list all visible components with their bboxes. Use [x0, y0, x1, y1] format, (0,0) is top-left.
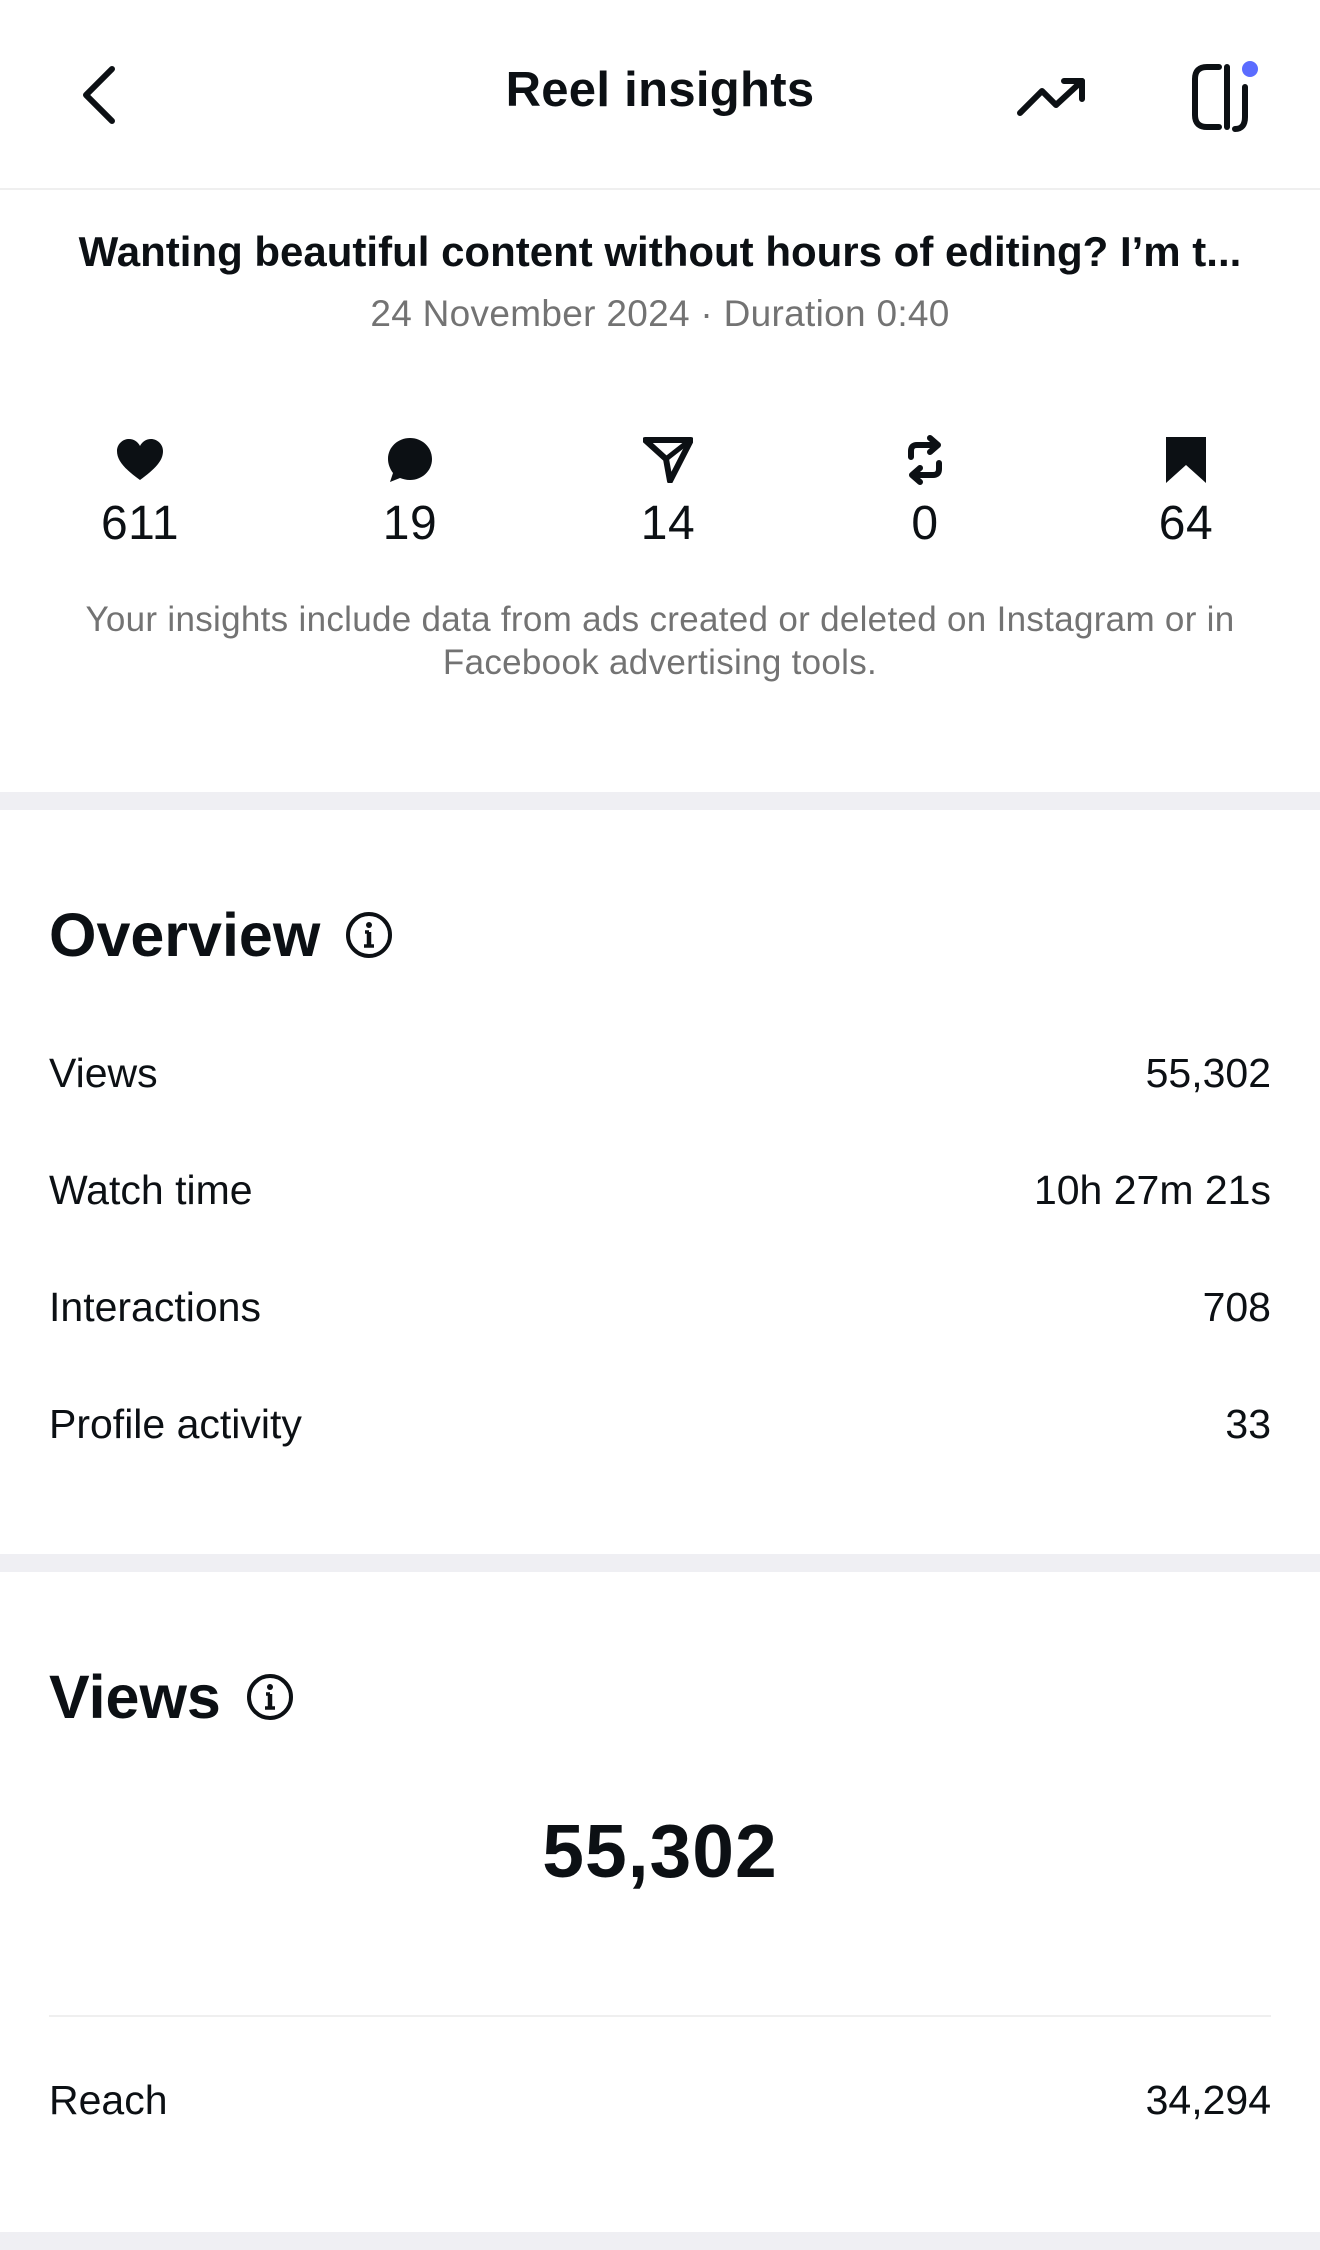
overview-section-title: Overview	[49, 900, 394, 970]
views-total: 55,302	[542, 1809, 778, 1893]
reel-insights-page: Reel insights Wanting beautiful content …	[0, 0, 1320, 2250]
overview-row-interactions[interactable]: Interactions 708	[49, 1277, 1271, 1337]
share-icon	[643, 437, 693, 483]
views-row-reach[interactable]: Reach 34,294	[49, 2070, 1271, 2130]
row-label: Views	[49, 1049, 158, 1096]
heart-icon	[117, 439, 163, 480]
overview-row-views[interactable]: Views 55,302	[49, 1043, 1271, 1103]
overview-row-watch-time[interactable]: Watch time 10h 27m 21s	[49, 1160, 1271, 1220]
row-value: 33	[1225, 1400, 1271, 1447]
info-icon	[246, 1674, 293, 1720]
trends-button[interactable]	[1010, 55, 1094, 139]
stat-comments: 19	[310, 430, 510, 551]
row-label: Profile activity	[49, 1400, 302, 1447]
post-caption: Wanting beautiful content without hours …	[78, 228, 1242, 275]
page-title: Reel insights	[505, 63, 815, 117]
views-section-title: Views	[49, 1662, 295, 1732]
comment-icon	[388, 438, 432, 482]
post-meta: 24 November 2024 · Duration 0:40	[370, 293, 950, 334]
views-separator	[49, 2015, 1271, 2017]
section-divider	[0, 2232, 1320, 2250]
row-label: Interactions	[49, 1283, 261, 1330]
stat-likes: 611	[40, 430, 240, 551]
shares-count: 14	[640, 497, 696, 550]
overview-row-profile-activity[interactable]: Profile activity 33	[49, 1394, 1271, 1454]
comments-count: 19	[382, 497, 438, 550]
row-value: 55,302	[1145, 1049, 1271, 1096]
row-label: Watch time	[49, 1166, 253, 1213]
stat-reposts: 0	[825, 430, 1025, 551]
reposts-count: 0	[911, 497, 939, 550]
ads-insights-note: Your insights include data from ads crea…	[85, 600, 1235, 682]
cj-app-icon	[1192, 61, 1258, 132]
row-value: 10h 27m 21s	[1033, 1166, 1271, 1213]
info-icon	[346, 912, 393, 958]
top-navigation-bar: Reel insights	[0, 0, 1320, 190]
cj-app-button[interactable]	[1180, 52, 1270, 142]
overview-title: Overview	[49, 901, 321, 969]
stat-saves: 64	[1086, 430, 1286, 551]
row-value: 708	[1202, 1283, 1271, 1330]
likes-count: 611	[100, 497, 180, 550]
row-label: Reach	[49, 2076, 168, 2123]
section-divider	[0, 792, 1320, 810]
notification-dot	[1242, 61, 1258, 77]
engagement-stats: 611 19 14 0 64	[0, 430, 1320, 570]
views-title: Views	[49, 1663, 221, 1731]
trending-up-icon	[1017, 78, 1085, 116]
overview-info-button[interactable]	[344, 910, 394, 960]
section-divider	[0, 1554, 1320, 1572]
saves-count: 64	[1158, 497, 1214, 550]
repost-icon	[908, 435, 942, 485]
stat-shares: 14	[568, 430, 768, 551]
views-info-button[interactable]	[245, 1672, 295, 1722]
bookmark-icon	[1166, 437, 1206, 483]
row-value: 34,294	[1145, 2076, 1271, 2123]
